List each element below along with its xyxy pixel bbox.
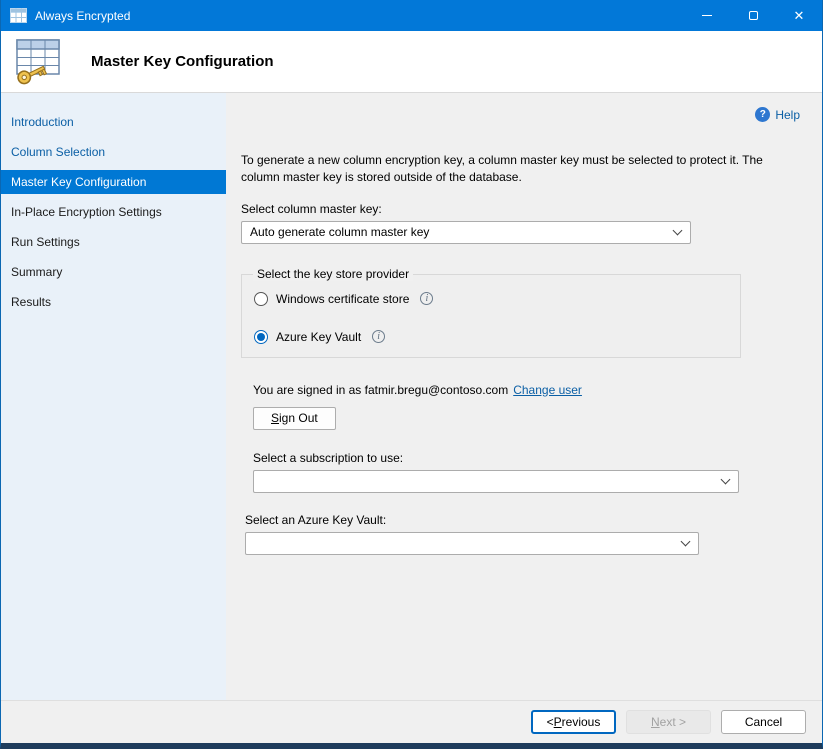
sidebar-item-column-selection[interactable]: Column Selection [1,140,226,164]
wizard-steps-sidebar: Introduction Column Selection Master Key… [1,93,226,700]
subscription-select[interactable] [253,470,739,493]
sidebar-item-summary[interactable]: Summary [1,260,226,284]
sidebar-item-introduction[interactable]: Introduction [1,110,226,134]
cancel-button[interactable]: Cancel [721,710,806,734]
help-link[interactable]: ? Help [241,107,800,122]
windows-certificate-store-option[interactable]: Windows certificate store i [254,292,728,306]
azure-key-vault-label: Azure Key Vault [276,330,361,344]
help-label: Help [775,108,800,122]
page-title: Master Key Configuration [91,53,274,70]
close-icon: ✕ [794,8,805,24]
next-button[interactable]: Next > [626,710,711,734]
intro-text: To generate a new column encryption key,… [241,152,765,186]
main-content: ? Help To generate a new column encrypti… [226,93,822,700]
azure-key-vault-label: Select an Azure Key Vault: [245,513,800,527]
previous-label-pre: < [547,715,554,729]
app-icon [10,8,27,23]
help-icon: ? [755,107,770,122]
previous-label-rest: revious [562,715,601,729]
info-icon[interactable]: i [420,292,433,305]
sidebar-item-run-settings[interactable]: Run Settings [1,230,226,254]
key-store-provider-legend: Select the key store provider [253,267,413,281]
next-label-mnemonic: N [651,715,660,729]
azure-key-vault-radio[interactable] [254,330,268,344]
chevron-down-icon [681,537,691,547]
sign-out-button[interactable]: Sign Out [253,407,336,430]
minimize-button[interactable] [684,0,730,31]
footer-button-bar: < Previous Next > Cancel [1,700,822,743]
column-master-key-select[interactable]: Auto generate column master key [241,221,691,244]
minimize-icon [702,15,712,16]
previous-button[interactable]: < Previous [531,710,616,734]
previous-label-mnemonic: P [554,715,562,729]
windows-certificate-store-label: Windows certificate store [276,292,409,306]
change-user-link[interactable]: Change user [513,383,582,397]
always-encrypted-window: Always Encrypted ✕ [0,0,823,749]
window-title: Always Encrypted [35,9,130,23]
info-icon[interactable]: i [372,330,385,343]
next-label-rest: ext > [660,715,686,729]
master-key-table-icon [11,37,65,87]
cancel-label: Cancel [745,715,782,729]
azure-key-vault-select[interactable] [245,532,699,555]
close-button[interactable]: ✕ [776,0,822,31]
sidebar-item-master-key-configuration[interactable]: Master Key Configuration [1,170,226,194]
maximize-icon [749,11,758,20]
subscription-label: Select a subscription to use: [253,451,800,465]
windows-certificate-store-radio[interactable] [254,292,268,306]
column-master-key-label: Select column master key: [241,202,800,216]
sidebar-item-in-place-encryption-settings[interactable]: In-Place Encryption Settings [1,200,226,224]
signed-in-prefix: You are signed in as [253,383,365,397]
titlebar: Always Encrypted ✕ [1,0,822,31]
azure-key-vault-option[interactable]: Azure Key Vault i [254,330,728,344]
wizard-body: Introduction Column Selection Master Key… [1,93,822,700]
chevron-down-icon [721,475,731,485]
signed-in-status: You are signed in as fatmir.bregu@contos… [253,383,800,397]
maximize-button[interactable] [730,0,776,31]
key-store-provider-group: Select the key store provider Windows ce… [241,274,741,358]
chevron-down-icon [673,226,683,236]
sidebar-item-results[interactable]: Results [1,290,226,314]
column-master-key-selected-value: Auto generate column master key [250,225,674,239]
signed-in-email: fatmir.bregu@contoso.com [365,383,509,397]
sign-out-label: ign Out [279,411,318,425]
wizard-header: Master Key Configuration [1,31,822,93]
sign-out-mnemonic: S [271,411,279,425]
